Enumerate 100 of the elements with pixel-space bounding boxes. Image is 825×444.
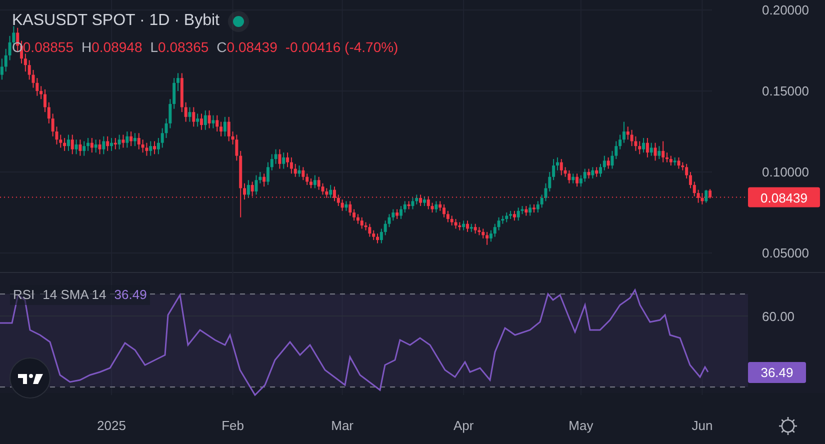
candlestick bbox=[130, 130, 133, 147]
candlestick bbox=[630, 129, 634, 147]
candlestick bbox=[677, 156, 680, 170]
price-axis-label: 0.20000 bbox=[762, 2, 809, 18]
candlestick bbox=[188, 106, 192, 122]
candlestick bbox=[372, 230, 376, 241]
candlestick bbox=[419, 194, 422, 207]
candlestick bbox=[59, 134, 62, 148]
candlestick bbox=[474, 223, 477, 234]
candlestick bbox=[692, 181, 696, 197]
candlestick bbox=[348, 200, 352, 216]
candlestick bbox=[160, 128, 164, 148]
candlestick bbox=[63, 137, 66, 152]
candlestick bbox=[568, 170, 571, 184]
candlestick bbox=[512, 210, 516, 222]
candlestick bbox=[462, 220, 466, 231]
candlestick bbox=[106, 136, 110, 152]
candlestick bbox=[86, 137, 90, 152]
candlestick bbox=[156, 137, 160, 155]
candlestick bbox=[216, 114, 219, 132]
candlestick bbox=[380, 228, 383, 244]
time-axis-label: Feb bbox=[222, 418, 244, 433]
candlestick bbox=[344, 200, 348, 212]
candlestick bbox=[122, 134, 125, 148]
candlestick bbox=[536, 200, 540, 213]
candlestick bbox=[98, 139, 102, 155]
candlestick bbox=[149, 140, 152, 156]
candlestick bbox=[704, 189, 708, 204]
candlestick bbox=[650, 142, 653, 156]
time-axis-label: May bbox=[568, 418, 594, 433]
candlestick bbox=[654, 142, 657, 162]
candlestick bbox=[208, 110, 211, 129]
ohlc-value: L0.08365 bbox=[150, 38, 209, 57]
candlestick bbox=[102, 136, 106, 155]
candlestick bbox=[176, 72, 180, 92]
indicator-value: 36.49 bbox=[114, 286, 147, 304]
candlestick bbox=[587, 168, 590, 179]
candlestick bbox=[336, 194, 340, 207]
candlestick bbox=[310, 178, 313, 189]
candlestick bbox=[254, 174, 258, 196]
candlestick bbox=[486, 231, 489, 246]
candlestick bbox=[599, 163, 602, 178]
time-axis-label: Mar bbox=[331, 418, 354, 433]
candlestick bbox=[294, 163, 297, 178]
time-axis-label: Jun bbox=[692, 418, 713, 433]
candlestick bbox=[572, 173, 575, 184]
candlestick bbox=[302, 166, 305, 181]
candlestick bbox=[396, 208, 399, 220]
candlestick bbox=[606, 156, 610, 170]
candlestick bbox=[196, 113, 200, 128]
candlestick bbox=[614, 140, 618, 160]
candlestick bbox=[266, 162, 270, 186]
candlestick bbox=[493, 223, 496, 238]
candlestick bbox=[28, 60, 31, 80]
candlestick bbox=[438, 200, 442, 212]
candlestick bbox=[286, 152, 290, 168]
ohlc-value: H0.08948 bbox=[82, 38, 142, 57]
candlestick bbox=[282, 152, 286, 170]
time-axis-label: Apr bbox=[453, 418, 474, 433]
logo-icon[interactable] bbox=[10, 358, 50, 398]
candlestick bbox=[579, 174, 582, 188]
settings-icon[interactable] bbox=[779, 417, 797, 435]
candlestick bbox=[685, 163, 688, 179]
candlestick bbox=[325, 188, 328, 198]
candlestick bbox=[368, 223, 372, 238]
candlestick bbox=[583, 168, 586, 182]
candlestick bbox=[332, 186, 336, 202]
candlestick bbox=[360, 216, 364, 230]
candlestick bbox=[66, 134, 70, 152]
candlestick bbox=[352, 208, 356, 222]
candlestick bbox=[403, 200, 406, 213]
price-axis-label: 0.10000 bbox=[762, 164, 809, 180]
candlestick bbox=[90, 137, 94, 154]
candlestick bbox=[192, 106, 196, 128]
candlestick bbox=[622, 121, 626, 144]
price-axis-label: 0.05000 bbox=[762, 246, 809, 260]
candlestick bbox=[153, 140, 156, 155]
indicator-name: RSI bbox=[13, 286, 35, 304]
indicator-params: 14 SMA 14 bbox=[42, 286, 106, 304]
rsi-value-tag: 36.49 bbox=[748, 362, 806, 383]
candlestick bbox=[243, 182, 246, 200]
candlestick bbox=[306, 173, 309, 186]
candlestick bbox=[489, 230, 492, 242]
candlestick bbox=[446, 210, 450, 223]
candlestick bbox=[0, 58, 4, 80]
candlestick bbox=[482, 228, 485, 239]
last-price-tag: 0.08439 bbox=[748, 187, 820, 208]
candlestick bbox=[376, 233, 380, 244]
candlestick bbox=[204, 110, 207, 130]
candlestick bbox=[700, 192, 704, 205]
candlestick bbox=[688, 171, 692, 189]
candlestick bbox=[172, 78, 176, 110]
candlestick bbox=[94, 139, 98, 154]
candlestick bbox=[669, 155, 672, 166]
candlestick bbox=[576, 173, 579, 188]
candlestick bbox=[137, 132, 140, 150]
candlestick bbox=[82, 140, 86, 156]
candlestick bbox=[270, 154, 274, 171]
candlestick bbox=[78, 139, 82, 156]
symbol-title: KASUSDT SPOT · 1D · Bybit bbox=[12, 11, 220, 31]
